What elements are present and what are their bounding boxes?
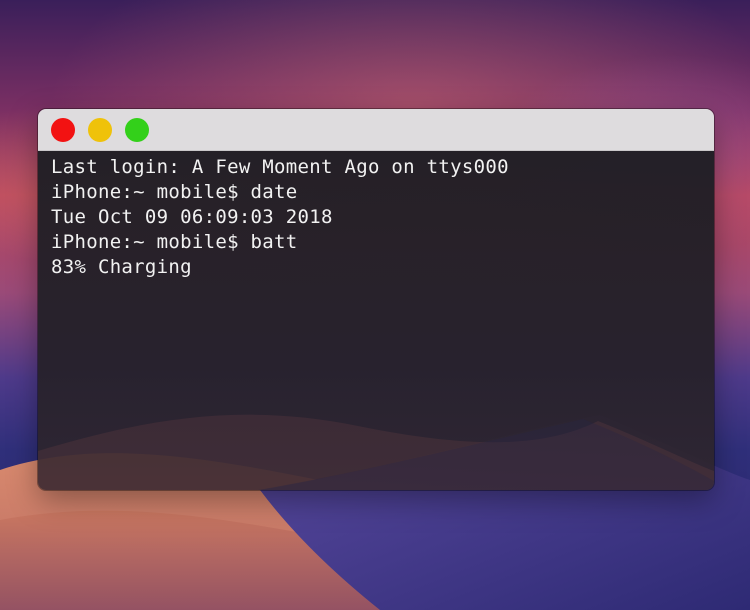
prompt-date-command: iPhone:~ mobile$ date xyxy=(51,181,298,203)
prompt-batt-command: iPhone:~ mobile$ batt xyxy=(51,231,298,253)
minimize-button[interactable] xyxy=(88,117,112,142)
close-button[interactable] xyxy=(51,117,75,142)
terminal-window: Last login: A Few Moment Ago on ttys000 … xyxy=(38,109,714,490)
date-output: Tue Oct 09 06:09:03 2018 xyxy=(51,206,333,228)
title-bar[interactable] xyxy=(38,109,714,151)
zoom-button[interactable] xyxy=(125,117,149,142)
terminal-output[interactable]: Last login: A Few Moment Ago on ttys000 … xyxy=(38,151,714,490)
battery-output: 83% Charging xyxy=(51,256,192,278)
last-login-line: Last login: A Few Moment Ago on ttys000 xyxy=(51,156,509,178)
